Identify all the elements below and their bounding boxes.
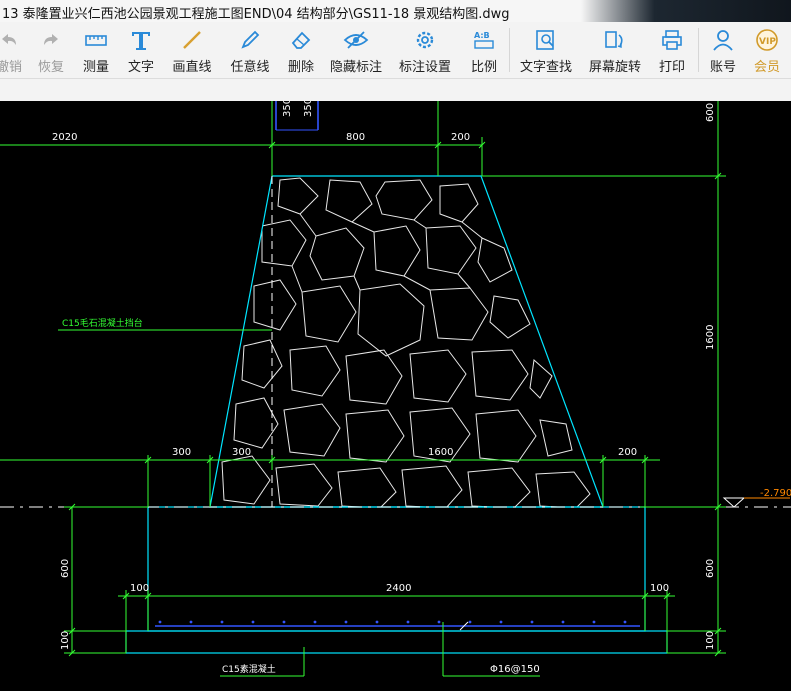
redo-button[interactable]: 恢复 bbox=[34, 22, 68, 78]
undo-button[interactable]: 撤销 bbox=[0, 22, 26, 78]
svg-text:A:B: A:B bbox=[474, 31, 490, 40]
hide-dimensions-button[interactable]: 隐藏标注 bbox=[330, 22, 383, 78]
foundation-block bbox=[147, 506, 646, 632]
text-button[interactable]: 文字 bbox=[124, 22, 158, 78]
eye-slash-icon bbox=[343, 28, 369, 52]
settings-gear-icon bbox=[412, 28, 438, 52]
scale-label: 比例 bbox=[470, 60, 497, 75]
level-triangle-icon bbox=[722, 497, 746, 508]
toolbar-divider bbox=[509, 28, 510, 72]
line-icon bbox=[179, 28, 205, 52]
toolbar: 撤销 恢复 测量 文字 画直线 任意线 删除 隐藏标注 标注设置 A:B 比例 … bbox=[0, 22, 791, 79]
dim-200: 200 bbox=[451, 132, 470, 143]
dim-mid-300b: 300 bbox=[232, 447, 251, 458]
dim-mid-300a: 300 bbox=[172, 447, 191, 458]
rotate-screen-button[interactable]: 屏幕旋转 bbox=[587, 22, 643, 78]
freeline-button[interactable]: 任意线 bbox=[228, 22, 272, 78]
window-title: 13 泰隆置业兴仁西池公园景观工程施工图END\04 结构部分\GS11-18 … bbox=[2, 7, 510, 22]
dim-right-600-top: 600 bbox=[705, 103, 716, 122]
rotate-screen-icon bbox=[602, 28, 628, 52]
redo-label: 恢复 bbox=[37, 60, 64, 75]
rebar-dim-a: 350 bbox=[282, 101, 293, 117]
account-label: 账号 bbox=[709, 60, 736, 75]
scale-button[interactable]: A:B 比例 bbox=[467, 22, 501, 78]
dim-right-1600: 1600 bbox=[705, 325, 716, 350]
eraser-icon bbox=[288, 28, 314, 52]
dim-800: 800 bbox=[346, 132, 365, 143]
dim-base-100-left: 100 bbox=[130, 583, 149, 594]
text-label: 文字 bbox=[127, 60, 154, 75]
base-dimension-line bbox=[118, 590, 675, 653]
hide-dimensions-label: 隐藏标注 bbox=[330, 60, 383, 75]
dim-right-100: 100 bbox=[705, 631, 716, 650]
account-button[interactable]: 账号 bbox=[706, 22, 740, 78]
rebar-dots bbox=[158, 620, 627, 624]
toolbar-divider-2 bbox=[698, 28, 699, 72]
left-dimension-line bbox=[64, 503, 148, 657]
level-text: -2.790 bbox=[760, 488, 791, 499]
draw-line-label: 画直线 bbox=[172, 60, 212, 75]
dimension-settings-button[interactable]: 标注设置 bbox=[399, 22, 452, 78]
drawing-canvas[interactable]: 350 350 2020 800 200 600 1600 600 100 -2… bbox=[0, 98, 791, 686]
dimension-settings-label: 标注设置 bbox=[399, 60, 452, 75]
undo-label: 撤销 bbox=[0, 60, 22, 75]
rotate-screen-label: 屏幕旋转 bbox=[588, 60, 641, 75]
scale-icon: A:B bbox=[471, 28, 497, 52]
vip-button[interactable]: VIP 会员 bbox=[750, 22, 784, 78]
pencil-icon bbox=[237, 28, 263, 52]
undo-icon bbox=[0, 28, 22, 52]
delete-label: 删除 bbox=[287, 60, 314, 75]
title-bar-background bbox=[581, 0, 791, 22]
toolbar-spacer bbox=[0, 79, 791, 101]
right-dimension-line bbox=[482, 101, 726, 657]
dim-2020: 2020 bbox=[52, 132, 77, 143]
freeline-label: 任意线 bbox=[230, 60, 270, 75]
dim-base-2400: 2400 bbox=[386, 583, 411, 594]
dim-left-600: 600 bbox=[60, 559, 71, 578]
user-icon bbox=[710, 28, 736, 52]
measure-label: 测量 bbox=[82, 60, 109, 75]
cad-drawing: 350 350 2020 800 200 600 1600 600 100 -2… bbox=[0, 98, 791, 677]
dim-base-100-right: 100 bbox=[650, 583, 669, 594]
title-bar: 13 泰隆置业兴仁西池公园景观工程施工图END\04 结构部分\GS11-18 … bbox=[0, 0, 791, 23]
print-label: 打印 bbox=[658, 60, 685, 75]
concrete-slab bbox=[125, 630, 668, 654]
redo-icon bbox=[38, 28, 64, 52]
dim-mid-200: 200 bbox=[618, 447, 637, 458]
text-search-button[interactable]: 文字查找 bbox=[518, 22, 574, 78]
vip-label: 会员 bbox=[753, 60, 780, 75]
measure-button[interactable]: 测量 bbox=[79, 22, 113, 78]
rebar-dim-b: 350 bbox=[303, 101, 314, 117]
vip-badge-icon: VIP bbox=[754, 28, 780, 52]
concrete-label: C15素混凝土 bbox=[222, 663, 276, 675]
draw-line-button[interactable]: 画直线 bbox=[170, 22, 214, 78]
ruler-icon bbox=[83, 28, 109, 52]
text-search-label: 文字查找 bbox=[519, 60, 572, 75]
retaining-wall-outline bbox=[209, 175, 604, 508]
dim-mid-1600: 1600 bbox=[428, 447, 453, 458]
text-search-icon bbox=[533, 28, 559, 52]
delete-button[interactable]: 删除 bbox=[284, 22, 318, 78]
rubble-label: C15毛石混凝土挡台 bbox=[62, 317, 143, 329]
print-button[interactable]: 打印 bbox=[655, 22, 689, 78]
svg-text:VIP: VIP bbox=[759, 37, 776, 47]
rebar-label: Φ16@150 bbox=[490, 664, 540, 675]
mid-dimension-line bbox=[0, 455, 660, 507]
rubble-stone-pattern bbox=[221, 177, 591, 507]
dim-right-600-base: 600 bbox=[705, 559, 716, 578]
printer-icon bbox=[659, 28, 685, 52]
dim-left-100: 100 bbox=[60, 631, 71, 650]
text-tool-icon bbox=[128, 28, 154, 52]
